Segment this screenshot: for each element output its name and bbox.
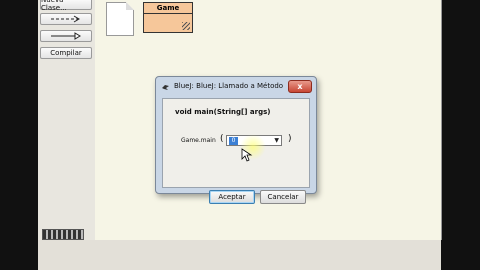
- accept-label: Aceptar: [218, 193, 246, 201]
- canvas-border: [441, 0, 442, 240]
- inheritance-arrow-button[interactable]: [40, 30, 92, 42]
- readme-note-icon[interactable]: [106, 2, 134, 36]
- uncompiled-hatch-icon: [182, 22, 190, 30]
- method-signature: void main(String[] args): [175, 108, 271, 116]
- solid-arrow-icon: [51, 32, 81, 40]
- status-strip: [38, 240, 441, 270]
- bluej-bird-icon: [162, 85, 169, 90]
- call-label: Game.main: [181, 137, 216, 144]
- dialog-titlebar[interactable]: BlueJ: BlueJ: Llamado a Método x: [156, 77, 316, 97]
- method-call-dialog: BlueJ: BlueJ: Llamado a Método x void ma…: [155, 76, 317, 204]
- argument-value: 0: [229, 137, 238, 145]
- left-black-bar: [0, 0, 38, 270]
- dialog-body: void main(String[] args) Game.main ( 0 ▼…: [162, 98, 310, 204]
- dialog-title: BlueJ: BlueJ: Llamado a Método: [174, 82, 284, 90]
- dropdown-arrow-icon[interactable]: ▼: [274, 137, 279, 144]
- right-black-bar: [441, 0, 480, 270]
- uses-arrow-button[interactable]: [40, 13, 92, 25]
- tool-panel: Nueva Clase... Compilar: [38, 0, 96, 240]
- compile-label: Compilar: [50, 49, 82, 57]
- accept-button[interactable]: Aceptar: [209, 190, 255, 204]
- class-name: Game: [144, 3, 192, 14]
- close-button[interactable]: x: [288, 80, 312, 93]
- mouse-cursor-icon: [241, 148, 253, 162]
- new-class-label: Nueva Clase...: [41, 0, 67, 12]
- open-paren: (: [220, 134, 224, 144]
- cancel-label: Cancelar: [267, 193, 299, 201]
- new-class-button[interactable]: Nueva Clase...: [40, 0, 92, 12]
- progress-indicator: [42, 229, 84, 240]
- cancel-button[interactable]: Cancelar: [260, 190, 306, 204]
- close-paren: ): [288, 134, 292, 144]
- dashed-arrow-icon: [51, 15, 80, 23]
- class-game[interactable]: Game: [143, 2, 193, 33]
- compile-button[interactable]: Compilar: [40, 47, 92, 59]
- close-icon: x: [297, 82, 303, 91]
